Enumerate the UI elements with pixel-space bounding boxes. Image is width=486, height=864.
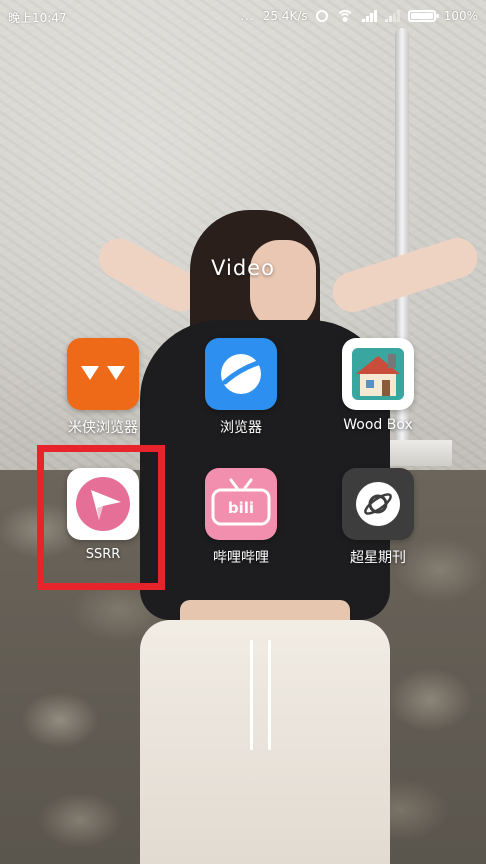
wallpaper-person-face — [250, 240, 316, 330]
battery-icon — [407, 10, 439, 22]
signal-icon — [384, 10, 400, 22]
wallpaper-drawstring — [268, 640, 271, 750]
app-label: 浏览器 — [220, 420, 262, 436]
app-wood-box[interactable]: Wood Box — [318, 338, 438, 433]
alarm-icon — [315, 10, 328, 22]
wood-box-icon — [342, 338, 414, 410]
signal-icon — [361, 10, 377, 22]
app-label: 超星期刊 — [350, 550, 406, 566]
wallpaper-person-pants — [140, 620, 390, 864]
wallpaper-drawstring — [250, 640, 253, 750]
status-bar: 晚上10:47 ... 25.4K/s 100% — [0, 0, 486, 34]
highlight-box — [37, 445, 165, 590]
browser-icon — [205, 338, 277, 410]
wallpaper-ledge — [380, 440, 452, 466]
status-icons: ... 25.4K/s 100% — [240, 6, 478, 26]
app-mixia-browser[interactable]: 米侠浏览器 — [43, 338, 163, 437]
network-speed: 25.4K/s — [262, 9, 308, 23]
app-label: 哔哩哔哩 — [213, 550, 269, 566]
bilibili-icon: bili — [205, 468, 277, 540]
status-time: 晚上10:47 — [8, 11, 67, 25]
app-label: Wood Box — [343, 417, 413, 433]
svg-text:bili: bili — [228, 499, 254, 517]
planet-icon — [342, 468, 414, 540]
mixia-browser-icon — [67, 338, 139, 410]
wifi-icon — [335, 10, 354, 22]
app-chaoxing[interactable]: 超星期刊 — [318, 468, 438, 567]
app-browser[interactable]: 浏览器 — [181, 338, 301, 437]
app-label: 米侠浏览器 — [68, 420, 138, 436]
folder-title[interactable]: Video — [0, 256, 486, 280]
app-bilibili[interactable]: bili 哔哩哔哩 — [181, 468, 301, 567]
status-dots: ... — [240, 9, 255, 23]
battery-percent: 100% — [443, 9, 478, 23]
